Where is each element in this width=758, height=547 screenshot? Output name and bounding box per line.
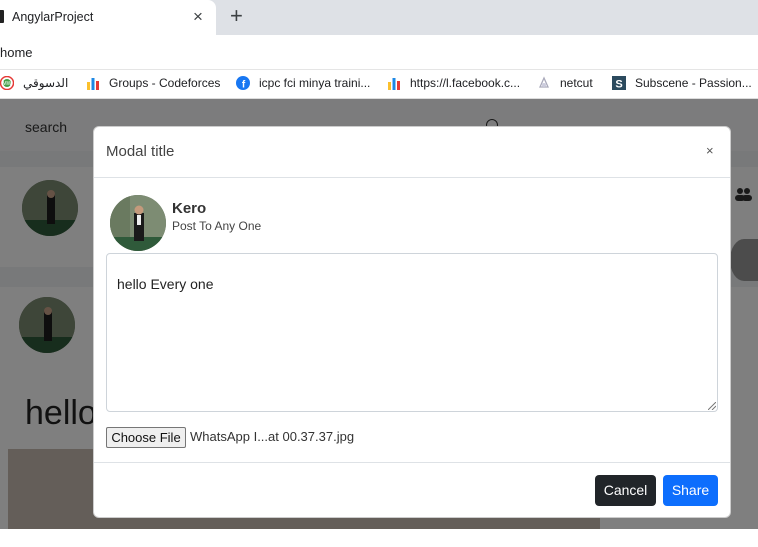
bookmark-label: icpc fci minya traini... (259, 76, 371, 90)
bookmark-item[interactable]: https://l.facebook.c... (387, 76, 520, 90)
mw-badge-icon: MW (0, 76, 14, 90)
bookmark-item[interactable]: Groups - Codeforces (86, 76, 220, 90)
bookmark-item[interactable]: S Subscene - Passion... (612, 76, 752, 90)
post-textarea[interactable]: hello Every one (106, 253, 718, 412)
address-bar[interactable]: home (0, 35, 758, 70)
selected-file-name: WhatsApp I...at 00.37.37.jpg (190, 429, 355, 444)
new-tab-button[interactable]: + (230, 3, 243, 29)
share-button[interactable]: Share (663, 475, 718, 506)
bookmark-label: netcut (560, 76, 593, 90)
cancel-button[interactable]: Cancel (595, 475, 656, 506)
browser-tabstrip: AngylarProject × + (0, 0, 758, 35)
bookmark-label: https://l.facebook.c... (410, 76, 521, 90)
svg-text:MW: MW (3, 81, 12, 87)
close-icon[interactable]: × (706, 143, 714, 158)
bookmark-label: الدسوقي (23, 76, 69, 90)
codeforces-icon (87, 78, 99, 90)
bookmark-item[interactable]: f icpc fci minya traini... (236, 76, 370, 90)
modal-header: Modal title × (94, 127, 730, 178)
address-text[interactable]: home (0, 45, 33, 60)
tab-title: AngylarProject (12, 10, 94, 24)
bookmark-label: Groups - Codeforces (109, 76, 221, 90)
netcut-icon (538, 76, 550, 88)
bookmark-item[interactable]: MW الدسوقي (0, 76, 68, 90)
browser-tab[interactable]: AngylarProject × (0, 0, 216, 35)
bookmark-label: Subscene - Passion... (635, 76, 752, 90)
user-name: Kero (172, 200, 207, 217)
share-post-modal: Modal title × Kero Post To Any One hello… (93, 126, 731, 518)
modal-footer: Cancel Share (94, 462, 730, 518)
tab-favicon-icon (0, 10, 4, 23)
bar-chart-icon (388, 78, 400, 90)
bookmarks-bar: MW الدسوقي Groups - Codeforces f icpc fc… (0, 70, 758, 99)
resize-grip-icon[interactable] (708, 402, 716, 410)
subscene-icon: S (612, 76, 626, 90)
post-audience: Post To Any One (172, 219, 262, 233)
modal-title: Modal title (106, 143, 175, 160)
choose-file-button[interactable]: Choose File (106, 427, 186, 448)
svg-text:S: S (615, 79, 622, 91)
tab-close-icon[interactable]: × (193, 7, 203, 27)
bookmark-item[interactable]: netcut (537, 76, 593, 90)
avatar (110, 195, 166, 251)
facebook-icon: f (236, 76, 250, 90)
